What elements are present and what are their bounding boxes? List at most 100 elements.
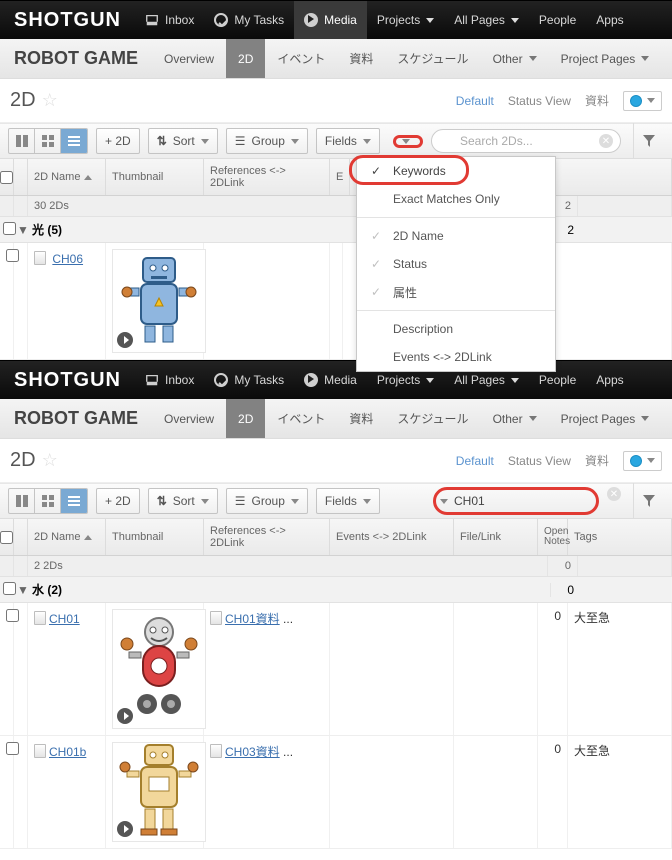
- tab-event[interactable]: イベント: [265, 399, 337, 438]
- view-default-link[interactable]: Default: [456, 94, 494, 108]
- tab-projectpages[interactable]: Project Pages: [549, 39, 662, 78]
- dd-status[interactable]: ✓ Status: [357, 250, 555, 278]
- search-mode-caret-icon[interactable]: [440, 499, 448, 504]
- nav-mytasks[interactable]: My Tasks: [204, 1, 294, 39]
- header-checkbox[interactable]: [0, 159, 14, 195]
- reference-link[interactable]: CH03資料: [225, 745, 280, 759]
- tab-2d[interactable]: 2D: [226, 399, 265, 438]
- view-status-link[interactable]: Status View: [508, 94, 571, 108]
- group-button[interactable]: ☰Group: [226, 128, 308, 154]
- dd-exact[interactable]: Exact Matches Only: [357, 185, 555, 213]
- view-default-link[interactable]: Default: [456, 454, 494, 468]
- header-references[interactable]: References <-> 2DLink: [204, 159, 330, 195]
- header-references[interactable]: References <-> 2DLink: [204, 519, 330, 555]
- dd-attr[interactable]: ✓ 属性: [357, 278, 555, 306]
- tab-other[interactable]: Other: [481, 39, 549, 78]
- header-checkbox[interactable]: [0, 519, 14, 555]
- layout-list-button[interactable]: [61, 489, 87, 513]
- dd-events[interactable]: Events <-> 2DLink: [357, 343, 555, 371]
- tab-schedule[interactable]: スケジュール: [385, 39, 480, 78]
- reference-link[interactable]: CH01資料: [225, 612, 280, 626]
- group-row[interactable]: ▼ 光 (5) 2: [0, 217, 672, 243]
- play-overlay-icon[interactable]: [117, 332, 133, 348]
- thumbnail[interactable]: [112, 742, 206, 842]
- table-row[interactable]: CH01b CH03資料 ...: [0, 736, 672, 849]
- checkbox[interactable]: [0, 531, 13, 544]
- search-input[interactable]: [431, 129, 621, 153]
- group-checkbox[interactable]: [3, 582, 16, 595]
- sort-button[interactable]: ⇅Sort: [148, 488, 218, 514]
- layout-list-button[interactable]: [61, 129, 87, 153]
- search-mode-caret-icon[interactable]: [402, 139, 410, 144]
- layout-gallery-button[interactable]: [9, 129, 35, 153]
- dd-desc[interactable]: Description: [357, 315, 555, 343]
- clear-search-icon[interactable]: ✕: [607, 487, 621, 501]
- group-button[interactable]: ☰Group: [226, 488, 308, 514]
- add-2d-button[interactable]: + 2D: [96, 488, 140, 514]
- search-input[interactable]: [452, 491, 592, 511]
- header-events-clipped[interactable]: E: [330, 159, 350, 195]
- tab-schedule[interactable]: スケジュール: [385, 399, 480, 438]
- table-row[interactable]: CH06: [0, 243, 672, 360]
- view-mode-button[interactable]: [623, 91, 662, 111]
- header-open-notes[interactable]: Open Notes: [538, 519, 568, 555]
- filter-button[interactable]: [633, 123, 664, 159]
- nav-media[interactable]: Media: [294, 1, 367, 39]
- layout-gallery-button[interactable]: [9, 489, 35, 513]
- filter-button[interactable]: [633, 483, 664, 519]
- nav-apps[interactable]: Apps: [586, 1, 633, 39]
- row-name-link[interactable]: CH06: [52, 252, 83, 266]
- sort-button[interactable]: ⇅Sort: [148, 128, 218, 154]
- nav-projects[interactable]: Projects: [367, 1, 444, 39]
- tab-other[interactable]: Other: [481, 399, 549, 438]
- header-thumbnail[interactable]: Thumbnail: [106, 519, 204, 555]
- clear-search-icon[interactable]: ✕: [599, 134, 613, 148]
- tab-shiryo[interactable]: 資料: [337, 39, 385, 78]
- view-status-link[interactable]: Status View: [508, 454, 571, 468]
- nav-mytasks[interactable]: My Tasks: [204, 361, 294, 399]
- checkbox[interactable]: [0, 171, 13, 184]
- row-name-link[interactable]: CH01: [49, 612, 80, 626]
- more-ellipsis[interactable]: ...: [283, 612, 293, 626]
- tab-projectpages[interactable]: Project Pages: [549, 399, 662, 438]
- play-overlay-icon[interactable]: [117, 821, 133, 837]
- collapse-caret-icon[interactable]: ▼: [16, 583, 30, 597]
- table-row[interactable]: CH01 C: [0, 603, 672, 736]
- dd-2dname[interactable]: ✓ 2D Name: [357, 222, 555, 250]
- tab-event[interactable]: イベント: [265, 39, 337, 78]
- header-file[interactable]: File/Link: [454, 519, 538, 555]
- tab-2d[interactable]: 2D: [226, 39, 265, 78]
- header-thumbnail[interactable]: Thumbnail: [106, 159, 204, 195]
- tab-overview[interactable]: Overview: [152, 399, 226, 438]
- favorite-star-icon[interactable]: ☆: [42, 90, 58, 111]
- nav-people[interactable]: People: [529, 1, 586, 39]
- thumbnail[interactable]: [112, 609, 206, 729]
- header-events[interactable]: Events <-> 2DLink: [330, 519, 454, 555]
- play-overlay-icon[interactable]: [117, 708, 133, 724]
- nav-inbox[interactable]: Inbox: [135, 361, 204, 399]
- view-shiryo-link[interactable]: 資料: [585, 92, 609, 109]
- add-2d-button[interactable]: + 2D: [96, 128, 140, 154]
- header-2dname[interactable]: 2D Name: [28, 159, 106, 195]
- layout-grid-button[interactable]: [35, 489, 61, 513]
- fields-button[interactable]: Fields: [316, 488, 380, 514]
- nav-allpages[interactable]: All Pages: [444, 1, 529, 39]
- favorite-star-icon[interactable]: ☆: [42, 450, 58, 471]
- tab-overview[interactable]: Overview: [152, 39, 226, 78]
- view-mode-button[interactable]: [623, 451, 662, 471]
- header-2dname[interactable]: 2D Name: [28, 519, 106, 555]
- tab-shiryo[interactable]: 資料: [337, 399, 385, 438]
- group-checkbox[interactable]: [3, 222, 16, 235]
- fields-button[interactable]: Fields: [316, 128, 380, 154]
- thumbnail[interactable]: [112, 249, 206, 353]
- view-shiryo-link[interactable]: 資料: [585, 452, 609, 469]
- more-ellipsis[interactable]: ...: [283, 745, 293, 759]
- nav-apps[interactable]: Apps: [586, 361, 633, 399]
- nav-inbox[interactable]: Inbox: [135, 1, 204, 39]
- layout-grid-button[interactable]: [35, 129, 61, 153]
- header-tags[interactable]: Tags: [568, 519, 672, 555]
- group-row[interactable]: ▼ 水 (2) 0: [0, 577, 672, 603]
- row-name-link[interactable]: CH01b: [49, 745, 86, 759]
- collapse-caret-icon[interactable]: ▼: [16, 223, 30, 237]
- dd-keywords[interactable]: ✓ Keywords: [357, 157, 555, 185]
